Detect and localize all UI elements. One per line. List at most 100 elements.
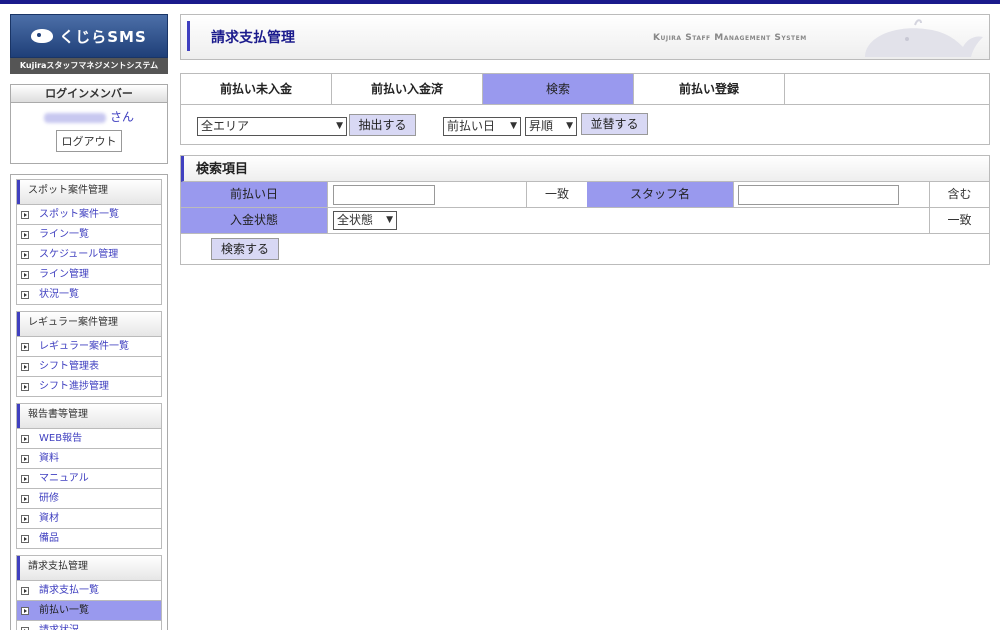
sidebar-item-shift-table[interactable]: シフト管理表 <box>17 356 161 376</box>
sidebar-item-spot-list[interactable]: スポット案件一覧 <box>17 204 161 224</box>
sidebar-item-label: 資材 <box>39 513 59 524</box>
search-row-1: 前払い日 一致 スタッフ名 含む <box>181 182 989 208</box>
arrow-right-icon <box>21 434 29 443</box>
payment-status-select[interactable]: 全状態 ▼ <box>333 211 397 230</box>
logo-subtitle: Kujiraスタッフマネジメントシステム <box>10 58 168 74</box>
tab-paid-prepayment[interactable]: 前払い入金済 <box>332 74 483 104</box>
arrow-right-icon <box>21 290 29 299</box>
arrow-right-icon <box>21 342 29 351</box>
divider <box>733 182 734 207</box>
arrow-right-icon <box>21 454 29 463</box>
sidebar-item-label: 研修 <box>39 493 59 504</box>
field-label-staff-name: スタッフ名 <box>587 182 733 207</box>
match-mode-exact-status: 一致 <box>947 213 972 227</box>
page-title: 請求支払管理 <box>211 30 295 46</box>
sidebar-item-manual[interactable]: マニュアル <box>17 468 161 488</box>
match-mode-exact: 一致 <box>544 187 569 201</box>
arrow-right-icon <box>21 382 29 391</box>
sidebar-item-equipment[interactable]: 備品 <box>17 528 161 548</box>
brand-text: Kujira Staff Management System <box>653 33 807 43</box>
search-button[interactable]: 検索する <box>211 238 279 260</box>
login-box: ログインメンバー さん ログアウト <box>10 84 168 164</box>
divider <box>327 182 328 207</box>
sidebar-item-label: スケジュール管理 <box>39 249 119 260</box>
login-user-name: さん <box>11 108 167 125</box>
tab-bar: 前払い未入金 前払い入金済 検索 前払い登録 <box>180 73 990 105</box>
menu-group-title: 報告書等管理 <box>17 404 161 428</box>
sidebar-item-label: 状況一覧 <box>39 289 79 300</box>
arrow-right-icon <box>21 586 29 595</box>
side-menu: スポット案件管理 スポット案件一覧 ライン一覧 スケジュール管理 ライン管理 状… <box>10 174 168 630</box>
prepay-date-input[interactable] <box>333 185 435 205</box>
arrow-right-icon <box>21 514 29 523</box>
search-row-2: 入金状態 全状態 ▼ 一致 <box>181 208 989 234</box>
chevron-down-icon: ▼ <box>336 121 343 131</box>
sort-field-select[interactable]: 前払い日 ▼ <box>443 117 521 136</box>
tab-search[interactable]: 検索 <box>483 74 634 104</box>
chevron-down-icon: ▼ <box>566 121 573 131</box>
sidebar-item-billing-list[interactable]: 請求支払一覧 <box>17 580 161 600</box>
menu-group-reports: 報告書等管理 WEB報告 資料 マニュアル 研修 資材 備品 <box>16 403 162 549</box>
sidebar-item-shift-progress[interactable]: シフト進捗管理 <box>17 376 161 396</box>
arrow-right-icon <box>21 270 29 279</box>
field-label-payment-status: 入金状態 <box>181 208 327 233</box>
sidebar-item-label: マニュアル <box>39 473 89 484</box>
sidebar-item-prepayment-list[interactable]: 前払い一覧 <box>17 600 161 620</box>
field-label-prepay-date: 前払い日 <box>181 182 327 207</box>
extract-button[interactable]: 抽出する <box>349 114 416 136</box>
search-panel: 検索項目 前払い日 一致 スタッフ名 含む 入金状態 全状態 ▼ 一致 検索する <box>180 155 990 265</box>
menu-group-title: 請求支払管理 <box>17 556 161 580</box>
whale-logo-icon <box>31 29 54 43</box>
sidebar-item-training[interactable]: 研修 <box>17 488 161 508</box>
arrow-right-icon <box>21 250 29 259</box>
sidebar-item-label: 資料 <box>39 453 59 464</box>
arrow-right-icon <box>21 474 29 483</box>
logout-button[interactable]: ログアウト <box>56 130 122 152</box>
arrow-right-icon <box>21 230 29 239</box>
sidebar-item-line-list[interactable]: ライン一覧 <box>17 224 161 244</box>
sidebar-item-label: ライン管理 <box>39 269 89 280</box>
arrow-right-icon <box>21 626 29 630</box>
login-heading: ログインメンバー <box>11 85 167 103</box>
menu-group-spot: スポット案件管理 スポット案件一覧 ライン一覧 スケジュール管理 ライン管理 状… <box>16 179 162 305</box>
sort-order-value: 昇順 <box>529 119 554 133</box>
whale-decoration-icon <box>865 19 983 57</box>
sidebar-item-label: レギュラー案件一覧 <box>39 341 129 352</box>
page-header: 請求支払管理 Kujira Staff Management System <box>180 14 990 60</box>
staff-name-input[interactable] <box>738 185 899 205</box>
sort-order-select[interactable]: 昇順 ▼ <box>525 117 577 136</box>
app-logo[interactable]: くじらSMS <box>10 14 168 58</box>
sidebar: くじらSMS Kujiraスタッフマネジメントシステム ログインメンバー さん … <box>10 14 168 630</box>
sidebar-item-line-manage[interactable]: ライン管理 <box>17 264 161 284</box>
area-select[interactable]: 全エリア ▼ <box>197 117 347 136</box>
sidebar-item-billing-status[interactable]: 請求状況 <box>17 620 161 630</box>
sort-button[interactable]: 並替する <box>581 113 648 135</box>
sidebar-item-label: シフト管理表 <box>39 361 99 372</box>
menu-group-title: スポット案件管理 <box>17 180 161 204</box>
menu-group-title: レギュラー案件管理 <box>17 312 161 336</box>
search-heading: 検索項目 <box>181 156 989 182</box>
sidebar-item-label: シフト進捗管理 <box>39 381 109 392</box>
chevron-down-icon: ▼ <box>386 215 393 225</box>
redacted-user-name <box>43 112 106 123</box>
sidebar-item-schedule[interactable]: スケジュール管理 <box>17 244 161 264</box>
sidebar-item-label: ライン一覧 <box>39 229 89 240</box>
sidebar-item-label: 前払い一覧 <box>39 605 89 616</box>
sidebar-item-label: スポット案件一覧 <box>39 209 119 220</box>
sidebar-item-label: 請求支払一覧 <box>39 585 99 596</box>
sidebar-item-web-report[interactable]: WEB報告 <box>17 428 161 448</box>
arrow-right-icon <box>21 606 29 615</box>
sidebar-item-status-list[interactable]: 状況一覧 <box>17 284 161 304</box>
tab-unpaid-prepayment[interactable]: 前払い未入金 <box>181 74 332 104</box>
filter-row: 全エリア ▼ 抽出する 前払い日 ▼ 昇順 ▼ 並替する <box>180 105 990 145</box>
sidebar-item-label: 備品 <box>39 533 59 544</box>
top-accent-bar <box>0 0 1000 4</box>
sidebar-item-label: 請求状況 <box>39 621 79 630</box>
sidebar-item-materials[interactable]: 資材 <box>17 508 161 528</box>
tab-prepayment-register[interactable]: 前払い登録 <box>634 74 785 104</box>
sidebar-item-documents[interactable]: 資料 <box>17 448 161 468</box>
arrow-right-icon <box>21 494 29 503</box>
logo-text: くじらSMS <box>59 27 147 46</box>
sidebar-item-regular-list[interactable]: レギュラー案件一覧 <box>17 336 161 356</box>
menu-group-regular: レギュラー案件管理 レギュラー案件一覧 シフト管理表 シフト進捗管理 <box>16 311 162 397</box>
